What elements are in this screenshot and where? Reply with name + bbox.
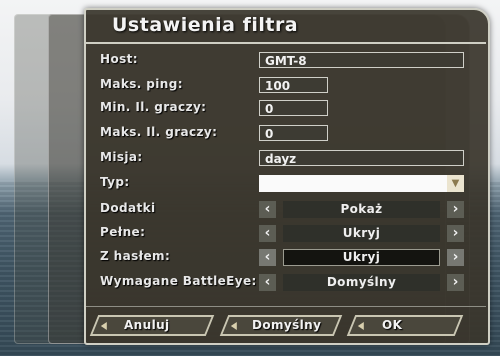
chevron-down-icon[interactable]: ▼ <box>447 175 464 192</box>
host-input[interactable]: GMT-8 <box>259 52 464 68</box>
mission-input[interactable]: dayz <box>259 150 464 166</box>
password-selector: ‹ Ukryj › <box>259 248 464 268</box>
max-players-input[interactable]: 0 <box>259 125 328 141</box>
chevron-right-icon[interactable]: › <box>447 249 464 266</box>
dialog-title: Ustawienia filtra <box>112 14 299 36</box>
min-players-row: Min. Il. graczy: 0 <box>100 99 472 119</box>
chevron-right-icon[interactable]: › <box>447 274 464 291</box>
min-players-input[interactable]: 0 <box>259 100 328 116</box>
chevron-left-icon[interactable]: ‹ <box>259 274 276 291</box>
full-value[interactable]: Ukryj <box>283 225 440 242</box>
max-players-label: Maks. Il. graczy: <box>100 125 218 139</box>
host-row: Host: GMT-8 <box>100 51 472 71</box>
chevron-left-icon[interactable]: ‹ <box>259 249 276 266</box>
type-row: Typ: ▼ <box>100 174 472 194</box>
host-label: Host: <box>100 52 138 66</box>
password-label: Z hasłem: <box>100 249 171 263</box>
chevron-left-icon[interactable]: ‹ <box>259 201 276 218</box>
ok-button-label: OK <box>382 318 403 332</box>
addons-value[interactable]: Pokaż <box>283 201 440 218</box>
min-players-label: Min. Il. graczy: <box>100 100 207 114</box>
password-row: Z hasłem: ‹ Ukryj › <box>100 248 472 268</box>
password-value[interactable]: Ukryj <box>283 249 440 266</box>
battleye-label: Wymagane BattleEye: <box>100 274 257 288</box>
addons-label: Dodatki <box>100 201 156 215</box>
chevron-right-icon[interactable]: › <box>447 225 464 242</box>
addons-selector: ‹ Pokaż › <box>259 200 464 220</box>
chevron-left-icon[interactable]: ‹ <box>259 225 276 242</box>
full-row: Pełne: ‹ Ukryj › <box>100 224 472 244</box>
cancel-button[interactable]: Anuluj <box>89 315 215 336</box>
battleye-selector: ‹ Domyślny › <box>259 273 464 293</box>
button-divider <box>86 306 486 307</box>
chevron-right-icon[interactable]: › <box>447 201 464 218</box>
max-ping-row: Maks. ping: 100 <box>100 76 472 96</box>
addons-row: Dodatki ‹ Pokaż › <box>100 200 472 220</box>
title-divider <box>86 42 486 44</box>
full-label: Pełne: <box>100 225 146 239</box>
cancel-button-label: Anuluj <box>124 318 170 332</box>
mission-row: Misja: dayz <box>100 149 472 169</box>
type-dropdown[interactable]: ▼ <box>259 175 464 192</box>
max-ping-input[interactable]: 100 <box>259 77 328 93</box>
max-players-row: Maks. Il. graczy: 0 <box>100 124 472 144</box>
full-selector: ‹ Ukryj › <box>259 224 464 244</box>
default-button-label: Domyślny <box>252 318 322 332</box>
type-label: Typ: <box>100 175 130 189</box>
default-button[interactable]: Domyślny <box>219 315 343 336</box>
ok-button[interactable]: OK <box>346 315 464 336</box>
battleye-value[interactable]: Domyślny <box>283 274 440 291</box>
mission-label: Misja: <box>100 150 143 164</box>
battleye-row: Wymagane BattleEye: ‹ Domyślny › <box>100 273 472 293</box>
max-ping-label: Maks. ping: <box>100 77 183 91</box>
